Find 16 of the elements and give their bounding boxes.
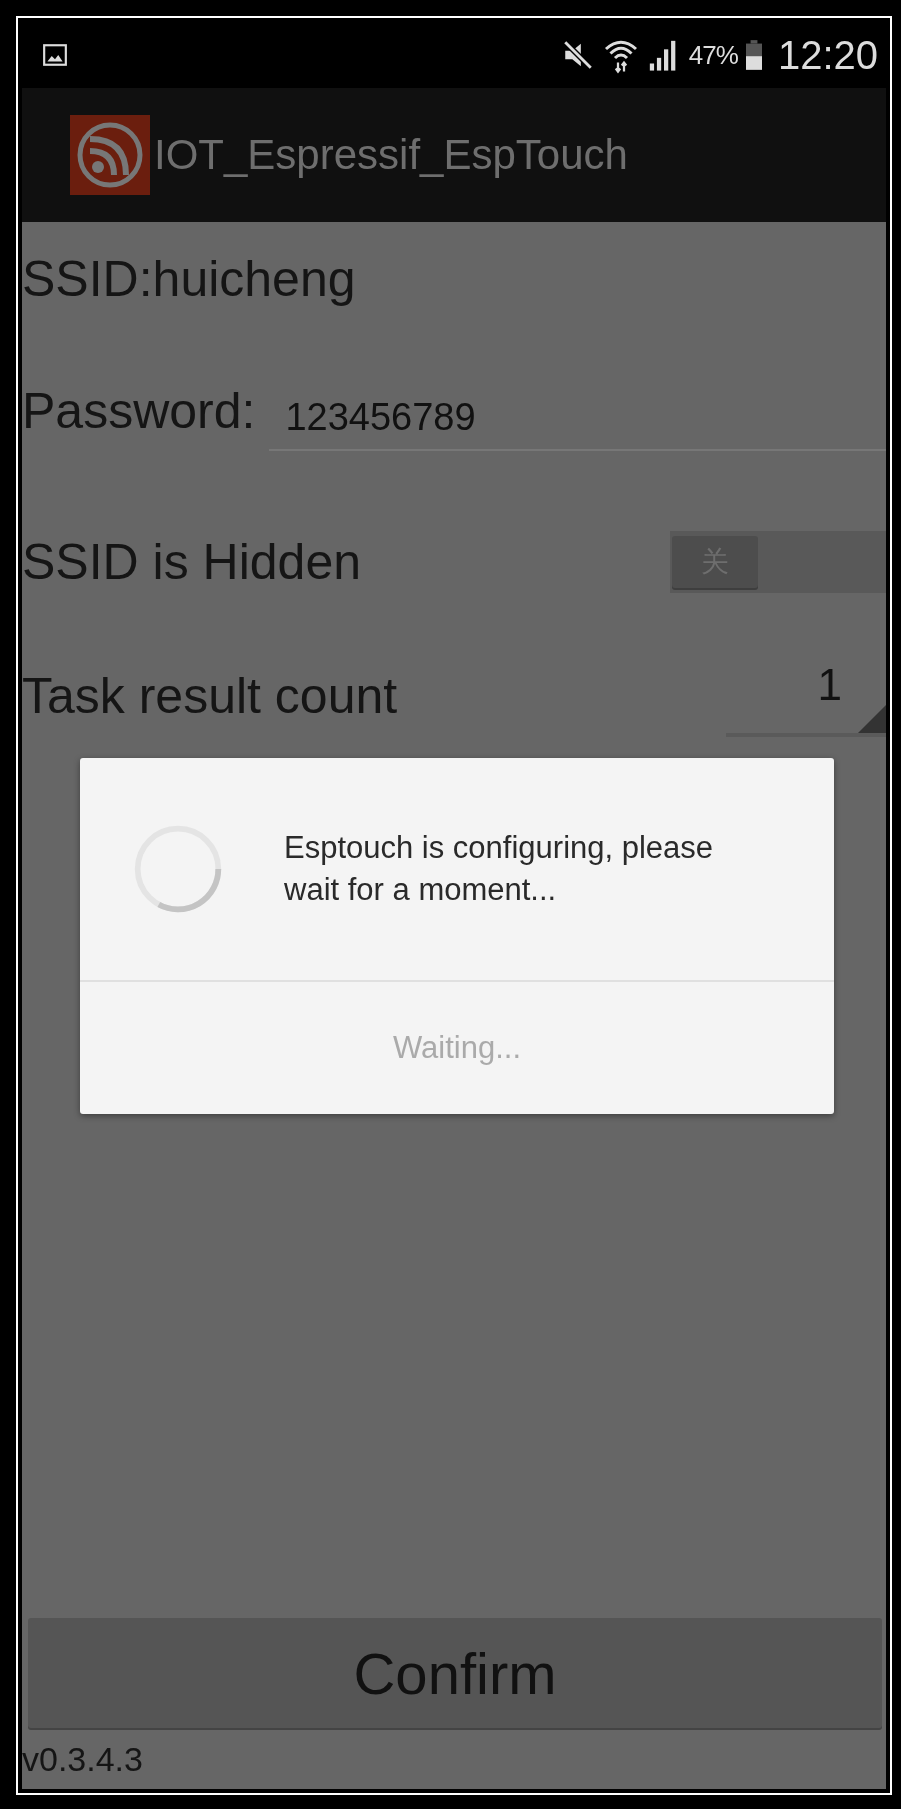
dropdown-corner-icon: [858, 705, 886, 733]
battery-icon: [745, 39, 762, 71]
ssid-label: SSID:huicheng: [22, 250, 357, 308]
password-label: Password:: [22, 381, 256, 440]
hidden-ssid-label: SSID is Hidden: [22, 533, 362, 591]
confirm-button[interactable]: Confirm: [28, 1618, 882, 1728]
app-logo-icon: [70, 115, 150, 195]
dialog-message: Esptouch is configuring, please wait for a moment...: [284, 829, 715, 909]
clock-time: 12:20: [777, 32, 878, 78]
password-field[interactable]: 123456789: [269, 392, 886, 451]
count-dropdown[interactable]: 1: [726, 655, 886, 737]
version-label: v0.3.4.3: [22, 1740, 144, 1779]
image-icon: [42, 42, 68, 68]
task-count-label: Task result count: [22, 667, 398, 725]
battery-percent: 47%: [688, 39, 738, 71]
app-title: IOT_Espressif_EspTouch: [154, 131, 628, 179]
